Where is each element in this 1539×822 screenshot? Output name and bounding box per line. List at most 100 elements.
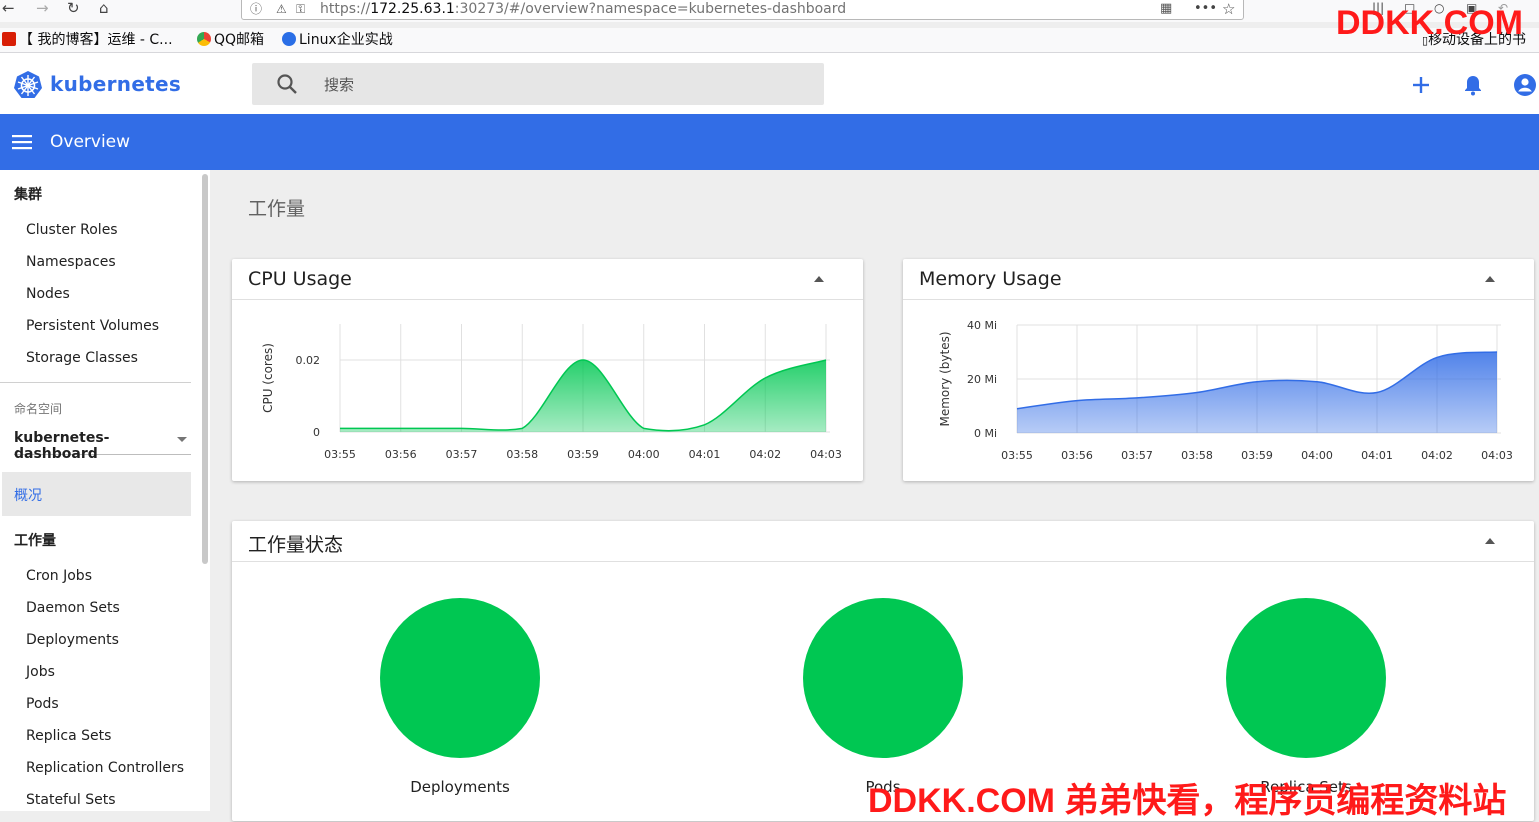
x-tick-label: 03:56: [1061, 449, 1093, 462]
home-icon[interactable]: ⌂: [99, 0, 109, 16]
sidebar-item-deployments[interactable]: Deployments: [26, 632, 119, 648]
x-tick-label: 04:01: [689, 448, 721, 461]
x-tick-label: 04:00: [628, 448, 660, 461]
url-bar[interactable]: ⓘ ⚠ ⚿ https://172.25.63.1:30273/#/overvi…: [241, 0, 1244, 20]
y-axis-label: Memory (bytes): [938, 331, 952, 426]
brand-name[interactable]: kubernetes: [50, 72, 181, 96]
back-icon[interactable]: ←: [2, 0, 15, 16]
x-tick-label: 04:03: [810, 448, 842, 461]
x-tick-label: 04:02: [1421, 449, 1453, 462]
deployments-status-label[interactable]: Deployments: [360, 778, 560, 796]
y-tick-label: 0: [313, 426, 320, 439]
notifications-bell-icon[interactable]: [1461, 73, 1485, 97]
chevron-down-icon: [177, 437, 187, 442]
bookmarks-bar: 【 我的博客】运维 - C... QQ邮箱 Linux企业实战 ▯移动设备上的书: [0, 28, 1539, 53]
x-tick-label: 03:56: [385, 448, 417, 461]
globe-icon: [282, 32, 296, 46]
page-title: Overview: [50, 132, 130, 152]
sidebar-header-cluster[interactable]: 集群: [14, 184, 42, 204]
x-tick-label: 03:57: [1121, 449, 1153, 462]
reload-icon[interactable]: ↻: [67, 0, 80, 16]
card-title: CPU Usage: [248, 268, 352, 290]
x-tick-label: 03:55: [1001, 449, 1033, 462]
forward-icon[interactable]: →: [36, 0, 49, 16]
account-circle-icon[interactable]: [1513, 73, 1537, 97]
sidebar-item-pods[interactable]: Pods: [26, 696, 59, 712]
bookmark-linux[interactable]: Linux企业实战: [282, 30, 393, 50]
cpu-usage-chart: 03:55 03:56 03:57 03:58 03:59 04:00 04:01 04:02…: [232, 300, 863, 481]
menu-icon[interactable]: [12, 133, 32, 151]
search-input[interactable]: [322, 69, 806, 101]
sidebar-item-daemon-sets[interactable]: Daemon Sets: [26, 600, 120, 616]
namespace-value: kubernetes-dashboard: [14, 430, 110, 462]
replica-sets-status-chart[interactable]: [1226, 598, 1386, 758]
x-tick-label: 03:58: [1181, 449, 1213, 462]
browser-toolbar: ← → ↻ ⌂ ⓘ ⚠ ⚿ https://172.25.63.1:30273/…: [0, 0, 1539, 22]
x-tick-label: 04:01: [1361, 449, 1393, 462]
qr-code-icon[interactable]: ▦: [1160, 0, 1172, 23]
kubernetes-logo-icon[interactable]: [13, 70, 43, 100]
card-divider: [232, 561, 1534, 562]
key-icon: ⚿: [296, 0, 305, 23]
sidebar: 集群 Cluster Roles Namespaces Nodes Persis…: [0, 170, 210, 811]
deployments-status-chart[interactable]: [380, 598, 540, 758]
memory-usage-card: Memory Usage 03:55 03:56 03:57 03:58 03:59 04…: [903, 259, 1534, 481]
sidebar-item-persistent-volumes[interactable]: Persistent Volumes: [26, 318, 159, 334]
chrome-icon: [197, 32, 211, 46]
y-tick-label: 20 Mi: [967, 373, 997, 386]
card-title: 工作量状态: [248, 530, 343, 557]
x-tick-label: 04:03: [1481, 449, 1513, 462]
bookmark-blog[interactable]: 【 我的博客】运维 - C...: [2, 30, 173, 50]
x-tick-label: 03:55: [324, 448, 356, 461]
sidebar-item-replication-controllers[interactable]: Replication Controllers: [26, 760, 184, 776]
bookmark-star-icon[interactable]: ☆: [1222, 0, 1235, 23]
page-toolbar: Overview: [0, 114, 1539, 170]
app-header: kubernetes: [0, 53, 1539, 114]
url-text[interactable]: https://172.25.63.1:30273/#/overview?nam…: [320, 0, 846, 23]
sidebar-item-stateful-sets[interactable]: Stateful Sets: [26, 792, 115, 808]
watermark-top: DDKK.COM: [1336, 4, 1523, 43]
lock-icon[interactable]: ⚠: [276, 0, 287, 23]
search-icon: [276, 73, 298, 95]
collapse-icon[interactable]: [1485, 276, 1495, 282]
x-tick-label: 03:58: [506, 448, 538, 461]
watermark-bottom: DDKK.COM 弟弟快看，程序员编程资料站: [868, 773, 1506, 822]
y-tick-label: 0 Mi: [974, 427, 997, 440]
info-icon[interactable]: ⓘ: [250, 0, 262, 23]
add-icon[interactable]: [1409, 73, 1433, 97]
x-tick-label: 04:02: [749, 448, 781, 461]
sidebar-divider: [0, 382, 191, 383]
x-tick-label: 03:59: [1241, 449, 1273, 462]
x-tick-label: 03:59: [567, 448, 599, 461]
sidebar-item-overview[interactable]: 概况: [2, 472, 191, 516]
collapse-icon[interactable]: [814, 276, 824, 282]
sidebar-item-replica-sets[interactable]: Replica Sets: [26, 728, 111, 744]
pods-status-chart[interactable]: [803, 598, 963, 758]
section-title: 工作量: [248, 194, 305, 221]
sidebar-item-cluster-roles[interactable]: Cluster Roles: [26, 222, 118, 238]
sidebar-item-namespaces[interactable]: Namespaces: [26, 254, 116, 270]
sidebar-scrollbar[interactable]: [202, 174, 208, 564]
search-box: [252, 63, 824, 105]
y-tick-label: 40 Mi: [967, 319, 997, 332]
memory-usage-chart: 03:55 03:56 03:57 03:58 03:59 04:00 04:01 04:02…: [903, 300, 1534, 481]
series-area: [340, 360, 826, 432]
y-axis-label: CPU (cores): [261, 343, 275, 413]
sidebar-item-jobs[interactable]: Jobs: [26, 664, 55, 680]
sidebar-item-nodes[interactable]: Nodes: [26, 286, 70, 302]
namespace-select[interactable]: kubernetes-dashboard: [14, 430, 191, 455]
namespace-label: 命名空间: [14, 400, 62, 417]
sidebar-item-storage-classes[interactable]: Storage Classes: [26, 350, 138, 366]
sidebar-header-workloads[interactable]: 工作量: [14, 530, 56, 550]
bookmark-qqmail[interactable]: QQ邮箱: [197, 30, 264, 50]
sidebar-item-cron-jobs[interactable]: Cron Jobs: [26, 568, 92, 584]
cpu-usage-card: CPU Usage 03:55 03:56 03:57 03:58 03:59 04:00…: [232, 259, 863, 481]
card-title: Memory Usage: [919, 268, 1062, 290]
x-tick-label: 04:00: [1301, 449, 1333, 462]
x-tick-label: 03:57: [446, 448, 478, 461]
sidebar-item-overview-label: 概况: [14, 485, 42, 505]
y-tick-label: 0.02: [296, 354, 321, 367]
csdn-icon: [2, 32, 16, 46]
page-actions-icon[interactable]: •••: [1194, 0, 1217, 23]
collapse-icon[interactable]: [1485, 538, 1495, 544]
